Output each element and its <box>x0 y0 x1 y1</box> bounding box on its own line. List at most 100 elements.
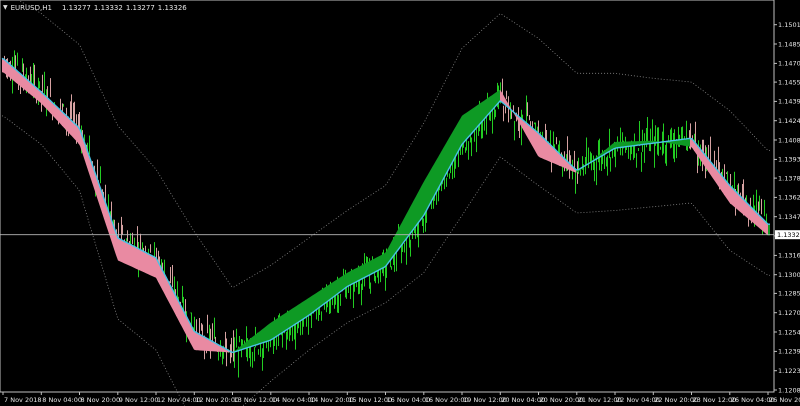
current-price-label: 1.13326 <box>777 231 800 239</box>
time-label: 8 Nov 04:00 <box>42 396 82 404</box>
ribbon-segment <box>354 268 356 283</box>
price-label: 1.13930 <box>778 156 800 164</box>
ribbon-segment <box>440 150 442 186</box>
ribbon-segment <box>338 277 340 294</box>
ribbon-segment <box>436 157 438 193</box>
ribbon-segment <box>118 238 120 262</box>
ribbon-segment <box>360 265 362 280</box>
ribbon-segment <box>526 122 528 139</box>
symbol-label: EURUSD,H1 <box>10 4 52 12</box>
ribbon-segment <box>322 288 324 306</box>
ribbon-segment <box>152 255 154 277</box>
ribbon-segment <box>466 111 468 140</box>
ribbon-segment <box>372 258 374 274</box>
ribbon-segment <box>546 140 548 161</box>
ribbon-segment <box>536 131 538 156</box>
ribbon-segment <box>344 273 346 289</box>
ribbon-segment <box>142 250 144 273</box>
ribbon-segment <box>362 264 364 279</box>
ribbon-segment <box>280 315 282 335</box>
ribbon-segment <box>690 138 692 148</box>
ribbon-segment <box>472 107 474 133</box>
ribbon-segment <box>346 272 348 288</box>
time-label: 22 Nov 04:00 <box>616 396 660 404</box>
ribbon-segment <box>730 185 732 205</box>
ribbon-segment <box>480 102 482 124</box>
ribbon-segment <box>318 290 320 309</box>
ribbon-segment <box>298 303 300 323</box>
ribbon-segment <box>534 129 536 153</box>
plot-frame <box>0 0 775 393</box>
triangle-down-icon[interactable]: ▼ <box>3 2 8 14</box>
ribbon-segment <box>470 108 472 136</box>
price-label: 1.14700 <box>778 60 800 68</box>
time-label: 13 Nov 12:00 <box>234 396 278 404</box>
time-label: 26 Nov 20:00 <box>769 396 800 404</box>
ribbon-segment <box>288 310 290 329</box>
price-axis: 1.15010 1.14855 1.14700 1.14550 1.14395 1.142… <box>774 21 800 394</box>
ribbon-segment <box>548 142 550 162</box>
ribbon-segment <box>550 144 552 163</box>
ribbon-segment <box>732 187 734 207</box>
ribbon-segment <box>446 139 448 175</box>
time-axis: 7 Nov 2018 8 Nov 04:008 Nov 20:009 Nov 12… <box>2 392 800 404</box>
ribbon-segment <box>252 335 254 347</box>
ribbon-segment <box>284 312 286 332</box>
price-label: 1.14085 <box>778 136 800 144</box>
ribbon-segment <box>368 260 370 276</box>
ribbon-segment <box>348 271 350 287</box>
ribbon-segment <box>396 229 398 253</box>
price-chart[interactable]: 1.15010 1.14855 1.14700 1.14550 1.14395 1.142… <box>0 0 800 406</box>
ribbon-segment <box>200 334 202 351</box>
ribbon-segment <box>286 311 288 331</box>
ribbon-segment <box>146 252 148 275</box>
ribbon-segment <box>374 257 376 273</box>
price-label: 1.12855 <box>778 290 800 298</box>
ribbon-segment <box>422 181 424 218</box>
ribbon-segment <box>72 121 74 139</box>
ribbon-segment <box>382 253 384 269</box>
ribbon-segment <box>530 126 532 146</box>
ribbon-segment <box>326 285 328 303</box>
open-price: 1.13277 <box>61 4 91 12</box>
ribbon-segment <box>376 256 378 272</box>
ribbon-segment <box>202 335 204 351</box>
high-price: 1.13332 <box>93 4 123 12</box>
ribbon-segment <box>454 126 456 160</box>
ribbon-segment <box>270 321 272 341</box>
time-label: 9 Nov 12:00 <box>119 396 159 404</box>
candles <box>4 50 767 378</box>
time-label: 7 Nov 2018 <box>4 396 42 404</box>
ribbon-segment <box>414 196 416 229</box>
ribbon-segment <box>474 106 476 131</box>
ribbon-segment <box>358 266 360 281</box>
ribbon-segment <box>256 332 258 345</box>
ribbon-segment <box>310 295 312 315</box>
ribbon-segment <box>686 138 688 147</box>
ribbon-segment <box>314 293 316 312</box>
ribbon-segment <box>258 331 260 345</box>
ribbon-segment <box>688 138 690 147</box>
ribbon-segment <box>416 192 418 226</box>
price-label: 1.15010 <box>778 21 800 29</box>
price-label: 1.13160 <box>778 252 800 260</box>
time-label: 20 Nov 20:00 <box>540 396 584 404</box>
ribbon-segment <box>476 104 478 129</box>
ribbon-segment <box>442 146 444 182</box>
ribbon-segment <box>370 259 372 275</box>
ribbon-segment <box>542 136 544 160</box>
ribbon-segment <box>452 129 454 163</box>
time-label: 16 Nov 04:00 <box>387 396 431 404</box>
price-label: 1.13625 <box>778 194 800 202</box>
ribbon-segment <box>350 270 352 286</box>
price-label: 1.12545 <box>778 328 800 336</box>
ribbon-segment <box>122 240 124 264</box>
chart-window[interactable]: ▼ EURUSD,H1 1.13277 1.13332 1.13277 1.13… <box>0 0 800 406</box>
ribbon-segment <box>352 269 354 284</box>
low-price: 1.13277 <box>125 4 155 12</box>
current-price-tag: 1.13326 <box>775 230 800 240</box>
ribbon-segment <box>408 207 410 237</box>
ribbon-segment <box>316 291 318 310</box>
ribbon-segment <box>154 256 156 278</box>
price-label: 1.14240 <box>778 117 800 125</box>
